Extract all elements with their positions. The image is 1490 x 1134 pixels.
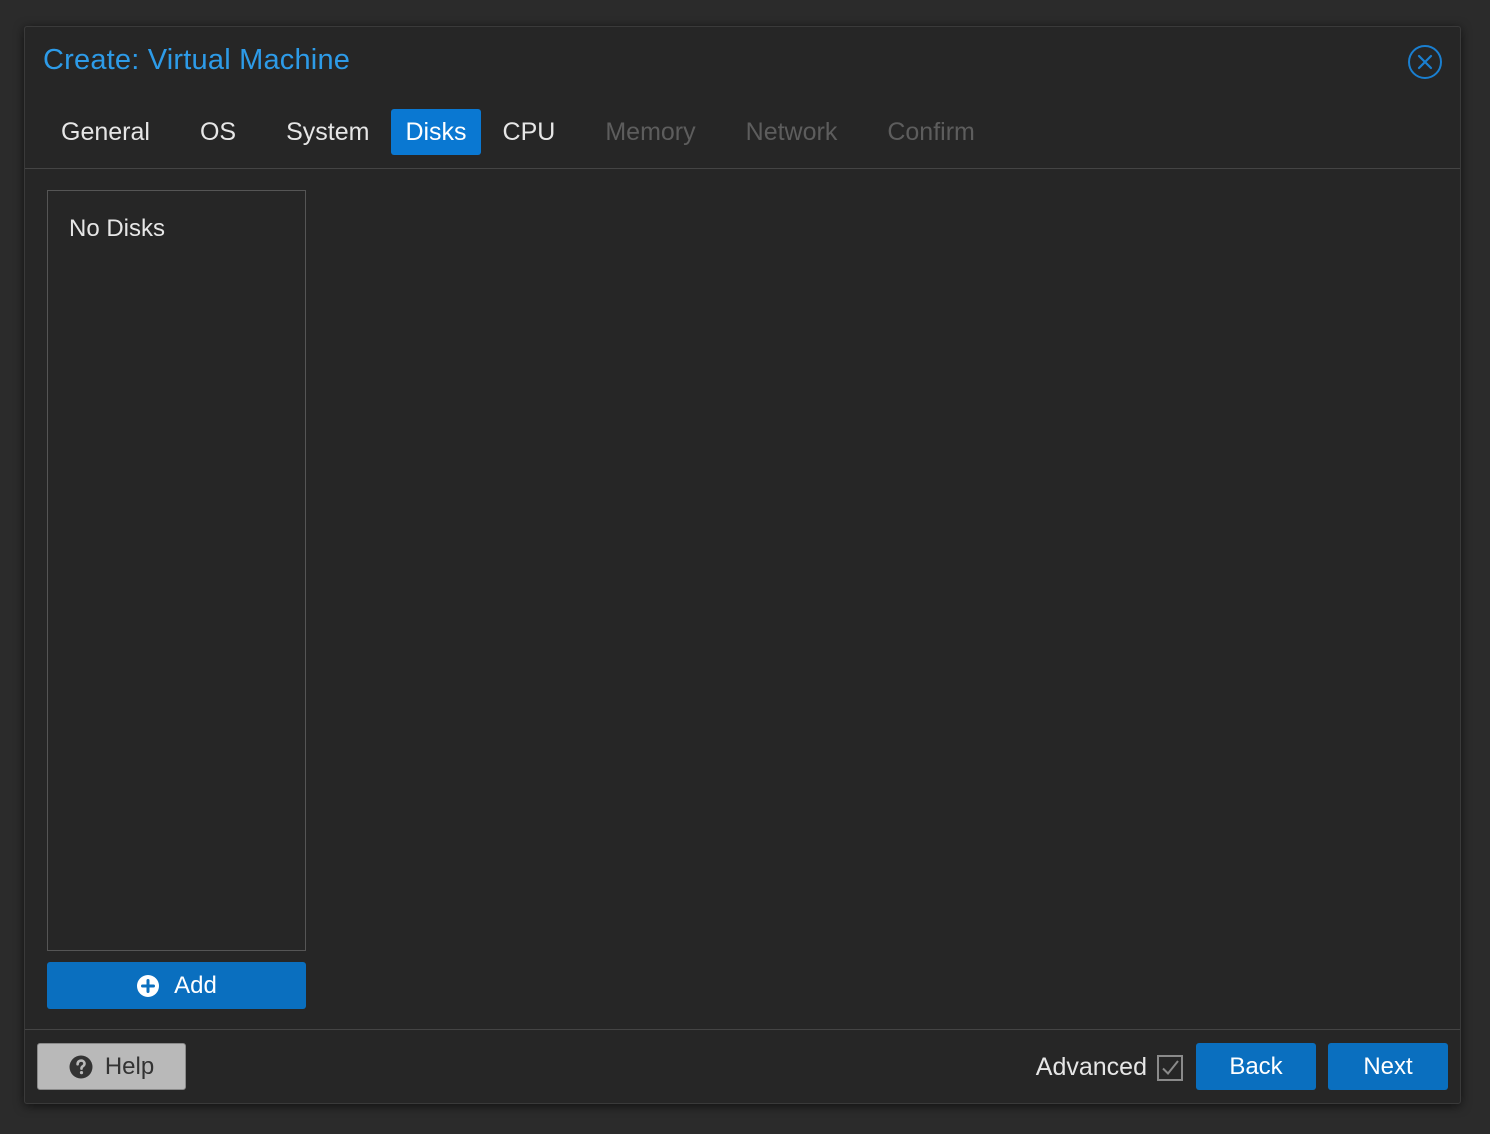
create-vm-dialog: Create: Virtual Machine General OS Syste… bbox=[24, 26, 1461, 1104]
dialog-footer: Help Advanced Back Next bbox=[25, 1031, 1460, 1105]
add-button-label: Add bbox=[174, 971, 217, 999]
tab-disks[interactable]: Disks bbox=[391, 109, 481, 155]
close-button[interactable] bbox=[1408, 45, 1442, 79]
disks-panel: No Disks Add bbox=[25, 168, 1460, 1030]
help-button-label: Help bbox=[104, 1052, 155, 1080]
dialog-title: Create: Virtual Machine bbox=[43, 44, 351, 76]
tab-system[interactable]: System bbox=[272, 109, 383, 155]
tab-confirm: Confirm bbox=[887, 117, 975, 146]
checkmark-icon bbox=[1162, 1059, 1179, 1075]
plus-circle-icon bbox=[137, 974, 160, 997]
tab-general[interactable]: General bbox=[47, 109, 164, 155]
close-circle-icon bbox=[1417, 54, 1433, 70]
advanced-checkbox[interactable] bbox=[1157, 1054, 1183, 1081]
tab-cpu[interactable]: CPU bbox=[489, 109, 570, 155]
help-button[interactable]: Help bbox=[37, 1043, 186, 1090]
tab-os[interactable]: OS bbox=[186, 109, 250, 155]
dialog-header: Create: Virtual Machine bbox=[25, 27, 1460, 95]
wizard-tabs: General OS System Disks CPU Memory Netwo… bbox=[47, 109, 997, 155]
advanced-toggle[interactable]: Advanced bbox=[1036, 1053, 1183, 1082]
question-circle-icon bbox=[69, 1055, 93, 1078]
tab-network: Network bbox=[745, 117, 838, 146]
disk-list[interactable]: No Disks bbox=[47, 190, 306, 951]
advanced-label: Advanced bbox=[1035, 1053, 1147, 1081]
empty-disk-list-text: No Disks bbox=[69, 215, 166, 242]
back-button[interactable]: Back bbox=[1196, 1043, 1316, 1090]
next-button[interactable]: Next bbox=[1328, 1043, 1448, 1090]
add-disk-button[interactable]: Add bbox=[47, 962, 306, 1009]
tab-memory: Memory bbox=[605, 117, 696, 146]
